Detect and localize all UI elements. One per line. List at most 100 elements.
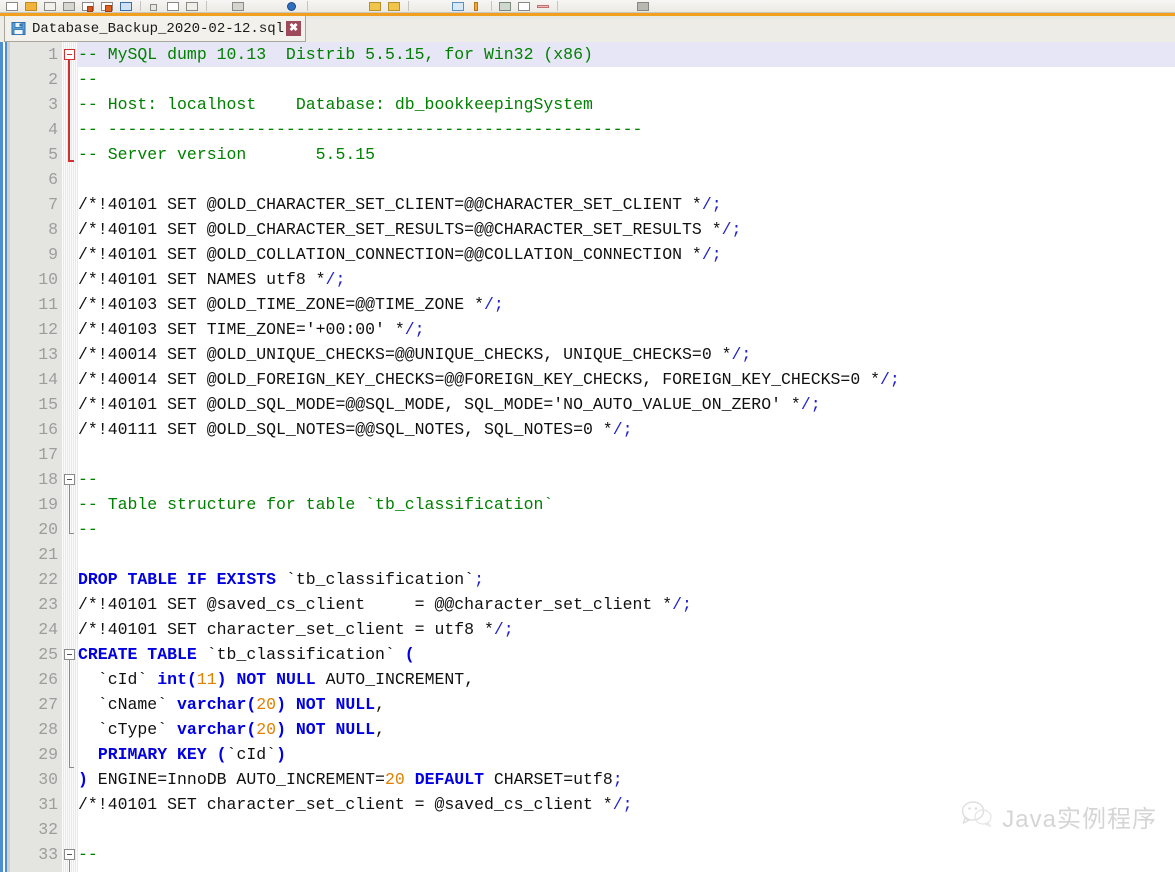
toolbar-separator [206, 1, 207, 11]
line-number: 19 [38, 495, 58, 514]
code-line[interactable]: /*!40101 SET character_set_client = @sav… [78, 792, 633, 817]
copy-icon[interactable] [165, 0, 181, 12]
code-line[interactable]: PRIMARY KEY (`cId`) [78, 742, 286, 767]
code-line[interactable]: /*!40014 SET @OLD_FOREIGN_KEY_CHECKS=@@F… [78, 367, 900, 392]
fold-toggle-block-1[interactable] [64, 49, 75, 60]
code-line[interactable]: /*!40014 SET @OLD_UNIQUE_CHECKS=@@UNIQUE… [78, 342, 751, 367]
fold-range-line-25 [69, 660, 70, 767]
fold-range-line-18 [69, 485, 70, 533]
line-number: 28 [38, 720, 58, 739]
code-line[interactable]: -- [78, 517, 98, 542]
fold-range-line-1 [68, 60, 70, 160]
fold-range-end-1 [68, 160, 74, 162]
show-indent-icon[interactable] [516, 0, 532, 12]
fold-margin[interactable] [62, 42, 78, 872]
line-number: 2 [48, 70, 58, 89]
line-number: 33 [38, 845, 58, 864]
line-number: 3 [48, 95, 58, 114]
line-number: 12 [38, 320, 58, 339]
fold-toggle-block-25[interactable] [64, 649, 75, 660]
code-line[interactable]: /*!40101 SET @OLD_COLLATION_CONNECTION=@… [78, 242, 722, 267]
fold-range-end-25 [69, 767, 74, 768]
code-editor[interactable]: 1 -- MySQL dump 10.13 Distrib 5.5.15, for… [0, 42, 1175, 872]
fold-range-line-33 [69, 860, 70, 872]
macro-record-icon[interactable] [535, 0, 551, 12]
toolbar-separator [491, 1, 492, 11]
save-all-icon[interactable] [61, 0, 77, 12]
toolbar-separator [408, 1, 409, 11]
fold-toggle-block-18[interactable] [64, 474, 75, 485]
save-icon[interactable] [42, 0, 58, 12]
line-number: 14 [38, 370, 58, 389]
code-line[interactable]: -- MySQL dump 10.13 Distrib 5.5.15, for … [78, 42, 593, 67]
code-line[interactable]: /*!40103 SET TIME_ZONE='+00:00' */; [78, 317, 425, 342]
toolbar-separator [557, 1, 558, 11]
line-number: 27 [38, 695, 58, 714]
code-line[interactable]: ) ENGINE=InnoDB AUTO_INCREMENT=20 DEFAUL… [78, 767, 623, 792]
line-number: 22 [38, 570, 58, 589]
find-icon[interactable] [285, 0, 301, 12]
word-wrap-icon[interactable] [469, 0, 485, 12]
code-line[interactable]: /*!40111 SET @OLD_SQL_NOTES=@@SQL_NOTES,… [78, 417, 633, 442]
code-line[interactable]: -- [78, 67, 98, 92]
code-line[interactable]: -- -------------------------------------… [78, 117, 642, 142]
code-line[interactable]: /*!40101 SET @OLD_SQL_MODE=@@SQL_MODE, S… [78, 392, 821, 417]
new-file-icon[interactable] [4, 0, 20, 12]
line-number: 4 [48, 120, 58, 139]
code-line[interactable]: /*!40101 SET @OLD_CHARACTER_SET_RESULTS=… [78, 217, 741, 242]
code-line[interactable]: /*!40101 SET @saved_cs_client = @@charac… [78, 592, 692, 617]
code-line[interactable]: -- [78, 467, 98, 492]
code-line[interactable]: -- Table structure for table `tb_classif… [78, 492, 553, 517]
code-line[interactable]: /*!40103 SET @OLD_TIME_ZONE=@@TIME_ZONE … [78, 292, 504, 317]
code-line[interactable]: /*!40101 SET character_set_client = utf8… [78, 617, 514, 642]
line-number: 17 [38, 445, 58, 464]
line-number: 6 [48, 170, 58, 189]
line-number: 24 [38, 620, 58, 639]
close-icon[interactable]: ✖ [286, 21, 302, 36]
line-number: 13 [38, 345, 58, 364]
line-number: 23 [38, 595, 58, 614]
zoom-out-icon[interactable] [386, 0, 402, 12]
code-line[interactable]: DROP TABLE IF EXISTS `tb_classification`… [78, 567, 484, 592]
show-symbol-icon[interactable] [497, 0, 513, 12]
line-number: 15 [38, 395, 58, 414]
code-line[interactable]: `cType` varchar(20) NOT NULL, [78, 717, 385, 742]
paste-icon[interactable] [184, 0, 200, 12]
sync-scroll-icon[interactable] [450, 0, 466, 12]
open-folder-icon[interactable] [23, 0, 39, 12]
code-line[interactable]: /*!40101 SET NAMES utf8 */; [78, 267, 345, 292]
zoom-in-icon[interactable] [367, 0, 383, 12]
toolbar-separator [140, 1, 141, 11]
tab-bar: Database_Backup_2020-02-12.sql ✖ [0, 13, 1175, 45]
line-number: 7 [48, 195, 58, 214]
toolbar-separator [307, 1, 308, 11]
code-line[interactable]: CREATE TABLE `tb_classification` ( [78, 642, 415, 667]
undo-icon[interactable] [230, 0, 246, 12]
macro-play-icon[interactable] [635, 0, 651, 12]
close-file-icon[interactable] [80, 0, 96, 12]
code-line[interactable]: `cName` varchar(20) NOT NULL, [78, 692, 385, 717]
floppy-disk-icon [11, 21, 26, 36]
tab-filename: Database_Backup_2020-02-12.sql [32, 20, 285, 37]
fold-range-end-18 [69, 533, 74, 534]
line-number: 21 [38, 545, 58, 564]
line-number: 20 [38, 520, 58, 539]
line-number: 29 [38, 745, 58, 764]
print-icon[interactable] [118, 0, 134, 12]
editor-window: Database_Backup_2020-02-12.sql ✖ 1 -- MyS… [0, 0, 1175, 872]
line-number: 1 [48, 45, 58, 64]
code-line[interactable]: -- Host: localhost Database: db_bookkeep… [78, 92, 593, 117]
line-number: 9 [48, 245, 58, 264]
cut-icon[interactable] [146, 0, 162, 12]
code-line[interactable]: -- Server version 5.5.15 [78, 142, 375, 167]
code-line[interactable]: -- [78, 842, 98, 867]
code-line[interactable]: `cId` int(11) NOT NULL AUTO_INCREMENT, [78, 667, 474, 692]
line-number: 32 [38, 820, 58, 839]
line-number: 10 [38, 270, 58, 289]
close-all-icon[interactable] [99, 0, 115, 12]
line-number: 31 [38, 795, 58, 814]
fold-toggle-block-33[interactable] [64, 849, 75, 860]
line-number: 18 [38, 470, 58, 489]
code-line[interactable]: /*!40101 SET @OLD_CHARACTER_SET_CLIENT=@… [78, 192, 722, 217]
tab-database-backup-sql[interactable]: Database_Backup_2020-02-12.sql ✖ [4, 16, 307, 42]
